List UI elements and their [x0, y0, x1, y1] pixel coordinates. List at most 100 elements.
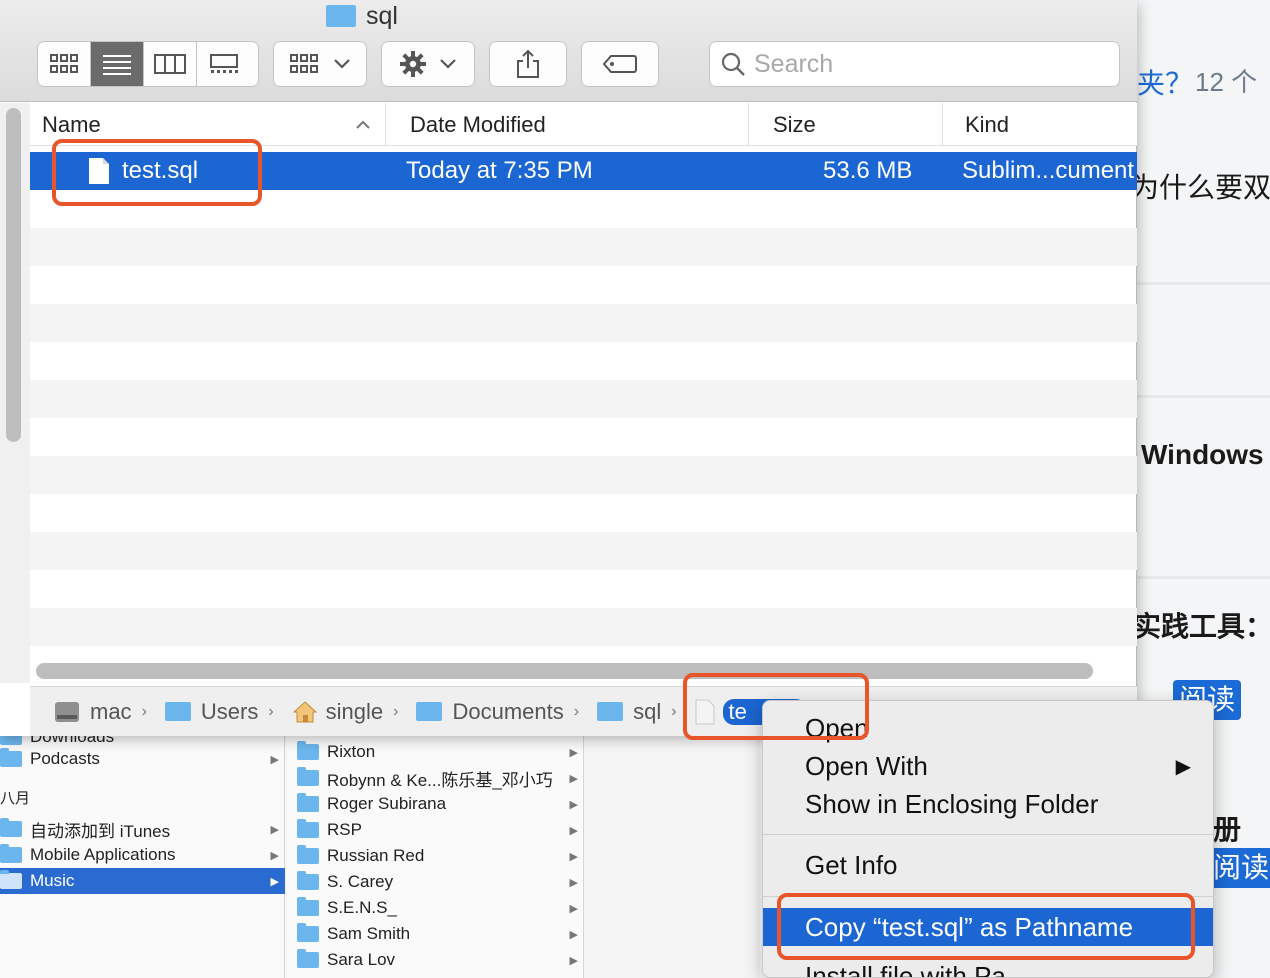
chevron-right-icon: ▶ — [270, 875, 279, 888]
list-item[interactable]: Robynn & Ke...陈乐基_邓小巧 ▶ — [287, 765, 584, 791]
list-item-label: Music — [30, 871, 75, 890]
list-item-label: S. Carey — [327, 872, 394, 891]
empty-row — [30, 304, 1137, 342]
chevron-right-icon: › — [268, 702, 274, 720]
menu-item-show-in-enclosing-folder[interactable]: Show in Enclosing Folder — [763, 785, 1213, 823]
folder-icon — [326, 5, 356, 27]
bg-separator — [1137, 576, 1270, 579]
highlight-box-pathbar — [683, 673, 869, 740]
chevron-right-icon: ▶ — [569, 824, 578, 837]
list-view-button[interactable] — [91, 42, 144, 86]
highlight-box-copy-pathname — [777, 893, 1195, 960]
horizontal-scrollbar[interactable] — [36, 663, 1093, 679]
column-header-date[interactable]: Date Modified — [386, 103, 749, 146]
highlight-box-file — [52, 139, 262, 206]
gallery-icon — [209, 54, 238, 73]
menu-item-get-info[interactable]: Get Info — [763, 846, 1213, 884]
bg-separator — [1137, 282, 1270, 285]
list-item[interactable]: S.E.N.S_ ▶ — [287, 895, 584, 921]
chevron-down-icon — [440, 59, 456, 69]
empty-row — [30, 494, 1137, 532]
chevron-right-icon: › — [573, 702, 580, 720]
empty-row — [30, 418, 1137, 456]
list-item[interactable]: Russian Red ▶ — [287, 843, 584, 869]
file-size: 53.6 MB — [823, 157, 913, 184]
list-icon — [103, 55, 131, 75]
tags-button[interactable] — [581, 41, 659, 87]
column-1: Downloads Podcasts ▶ 八月 自动添加到 iTunes ▶ Mob… — [0, 726, 285, 978]
sidebar-scrollbar[interactable] — [6, 108, 21, 442]
path-item-sql[interactable]: sql › — [597, 699, 686, 725]
list-item-label: S.E.N.S_ — [327, 898, 397, 917]
empty-row — [30, 342, 1137, 380]
list-item[interactable]: Mobile Applications ▶ — [0, 842, 285, 868]
list-item-label: 自动添加到 iTunes — [30, 821, 171, 841]
list-item[interactable]: RSP ▶ — [287, 817, 584, 843]
columns-icon — [154, 54, 186, 74]
chevron-right-icon: ▶ — [569, 954, 578, 967]
bg-answer-count: 12 个 — [1195, 67, 1258, 97]
icon-view-button[interactable] — [38, 42, 91, 86]
list-item[interactable]: Sam Smith ▶ — [287, 921, 584, 947]
path-item-single[interactable]: single › — [292, 699, 409, 725]
path-item-documents[interactable]: Documents › — [416, 699, 589, 725]
list-item-selected[interactable]: Music ▶ — [0, 868, 285, 894]
section-label: 八月 — [0, 789, 31, 807]
empty-row — [30, 456, 1137, 494]
list-item-label: Robynn & Ke...陈乐基_邓小巧 — [327, 770, 553, 790]
menu-item-open-with[interactable]: Open With ▶ — [763, 747, 1213, 785]
gear-icon — [400, 51, 426, 77]
view-mode-segmented-control — [37, 41, 259, 87]
folder-icon — [597, 702, 624, 721]
group-by-button[interactable] — [273, 41, 367, 87]
screen: 夹？ 12 个 为什么要双 Windows 实践工具： 阅读 册 阅读 Down… — [0, 0, 1270, 978]
list-section-label: 八月 — [0, 784, 285, 810]
chevron-right-icon: ▶ — [270, 753, 279, 766]
list-item[interactable]: 自动添加到 iTunes ▶ — [0, 816, 285, 842]
share-button[interactable] — [489, 41, 567, 87]
path-item-mac[interactable]: mac › — [54, 699, 157, 725]
bg-text-ce: 册 — [1213, 814, 1242, 845]
list-item[interactable]: Podcasts ▶ — [0, 746, 285, 772]
column-header-date-label: Date Modified — [410, 111, 546, 137]
chevron-right-icon: ▶ — [569, 772, 578, 785]
column-header-kind[interactable]: Kind — [943, 103, 1137, 146]
list-item-label: RSP — [327, 820, 362, 839]
list-item[interactable]: Sara Lov ▶ — [287, 947, 584, 973]
empty-row — [30, 608, 1137, 646]
chevron-down-icon — [334, 59, 350, 69]
submenu-arrow-icon: ▶ — [1175, 755, 1191, 778]
path-item-label: Documents — [452, 698, 564, 724]
search-placeholder: Search — [754, 49, 834, 78]
share-icon — [517, 49, 539, 78]
column-header-kind-label: Kind — [965, 111, 1010, 137]
menu-item-install-file[interactable]: Install file with Pa... — [763, 957, 1213, 978]
finder-window: sql Search Name Date Modified Size Kind … — [0, 0, 1137, 736]
menu-item-label: Show in Enclosing Folder — [805, 788, 1099, 819]
bg-text-heading: 为什么要双 — [1131, 172, 1270, 203]
empty-row — [30, 228, 1137, 266]
search-field[interactable]: Search — [709, 41, 1120, 87]
list-item-label: Mobile Applications — [30, 845, 176, 864]
list-item[interactable]: S. Carey ▶ — [287, 869, 584, 895]
file-kind: Sublim...cument — [962, 157, 1135, 184]
folder-icon — [164, 702, 191, 721]
list-item[interactable]: Roger Subirana ▶ — [287, 791, 584, 817]
gallery-view-button[interactable] — [197, 42, 250, 86]
chevron-right-icon: › — [141, 702, 147, 720]
list-item-label: Sam Smith — [327, 924, 411, 943]
column-header-size[interactable]: Size — [749, 103, 943, 146]
path-item-label: Users — [200, 698, 259, 724]
sort-ascending-icon — [356, 120, 370, 129]
action-button[interactable] — [381, 41, 475, 87]
bg-read-button-2[interactable]: 阅读 — [1207, 848, 1270, 888]
hard-drive-icon — [55, 701, 79, 722]
folder-icon — [416, 702, 443, 721]
list-item[interactable]: Rixton ▶ — [287, 739, 584, 765]
menu-item-label: Get Info — [805, 849, 898, 880]
background-finder-column-view: Downloads Podcasts ▶ 八月 自动添加到 iTunes ▶ Mob… — [0, 726, 760, 978]
bg-text-windows: Windows — [1141, 439, 1264, 470]
file-list: test.sql Today at 7:35 PM 53.6 MB Sublim… — [30, 150, 1137, 658]
path-item-users[interactable]: Users › — [164, 698, 284, 725]
column-view-button[interactable] — [144, 42, 197, 86]
